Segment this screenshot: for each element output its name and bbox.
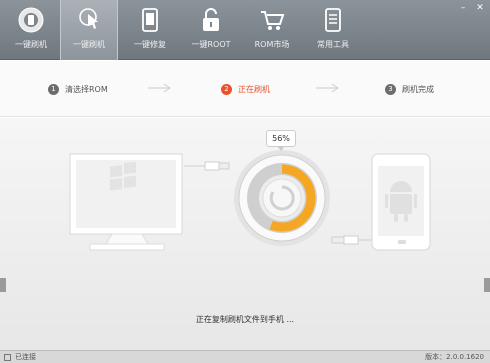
progress-steps: 1 清选择ROM 2 正在刷机 3 刷机完成 bbox=[0, 61, 490, 117]
tools-icon bbox=[325, 8, 341, 32]
badge-pointer bbox=[277, 146, 285, 151]
step-label: 刷机完成 bbox=[402, 84, 434, 94]
tool-root[interactable]: 一键ROOT bbox=[182, 0, 240, 60]
tool-flash[interactable]: 一键刷机 bbox=[2, 0, 60, 60]
usb-plug-icon bbox=[331, 235, 375, 245]
arrow-right-icon bbox=[316, 83, 340, 93]
connection-label: 已连接 bbox=[15, 353, 36, 361]
step-select-rom: 1 清选择ROM bbox=[48, 82, 108, 96]
tool-label: 一键刷机 bbox=[15, 40, 47, 49]
tool-oneclick[interactable]: 一键刷机 bbox=[60, 0, 118, 60]
phone-gear-icon bbox=[18, 7, 44, 33]
step-flashing: 2 正在刷机 bbox=[221, 82, 270, 96]
tool-label: ROM市场 bbox=[254, 40, 290, 49]
usb-plug-icon bbox=[184, 161, 230, 171]
tool-label: 一键修复 bbox=[134, 40, 166, 49]
unlock-icon bbox=[203, 8, 219, 31]
step-number: 1 bbox=[48, 83, 59, 95]
step-number: 2 bbox=[221, 83, 232, 95]
progress-ring bbox=[234, 150, 330, 246]
phone-repair-icon bbox=[142, 8, 158, 32]
step-label: 正在刷机 bbox=[238, 84, 270, 94]
status-bar: 已连接 版本：2.0.0.1620 bbox=[0, 350, 490, 363]
tool-repair[interactable]: 一键修复 bbox=[121, 0, 179, 60]
flash-illustration bbox=[69, 150, 431, 251]
step-complete: 3 刷机完成 bbox=[385, 82, 434, 96]
tool-common-tools[interactable]: 常用工具 bbox=[304, 0, 362, 60]
cart-icon bbox=[261, 11, 285, 30]
tool-rom-market[interactable]: ROM市场 bbox=[243, 0, 301, 60]
progress-percent: 56% bbox=[266, 130, 296, 147]
tool-label: 一键刷机 bbox=[73, 40, 105, 49]
left-handle[interactable] bbox=[0, 278, 6, 292]
arrow-right-icon bbox=[148, 83, 172, 93]
hand-tap-icon bbox=[79, 8, 98, 29]
status-message: 正在复制刷机文件到手机 ... bbox=[195, 315, 295, 324]
tool-label: 常用工具 bbox=[317, 40, 349, 49]
android-phone-icon bbox=[371, 153, 431, 251]
minimize-button[interactable]: – bbox=[456, 2, 470, 14]
step-number: 3 bbox=[385, 83, 396, 95]
top-toolbar: 一键刷机 一键刷机 一键修复 一键ROOT ROM市场 常用工具 – ✕ bbox=[0, 0, 490, 60]
device-icon bbox=[4, 353, 11, 361]
close-button[interactable]: ✕ bbox=[473, 2, 487, 14]
tool-label: 一键ROOT bbox=[191, 40, 231, 49]
computer-monitor-icon bbox=[69, 153, 183, 251]
right-handle[interactable] bbox=[484, 278, 490, 292]
version-label: 版本：2.0.0.1620 bbox=[425, 353, 484, 361]
connection-status: 已连接 bbox=[4, 352, 36, 362]
step-label: 清选择ROM bbox=[65, 84, 108, 94]
